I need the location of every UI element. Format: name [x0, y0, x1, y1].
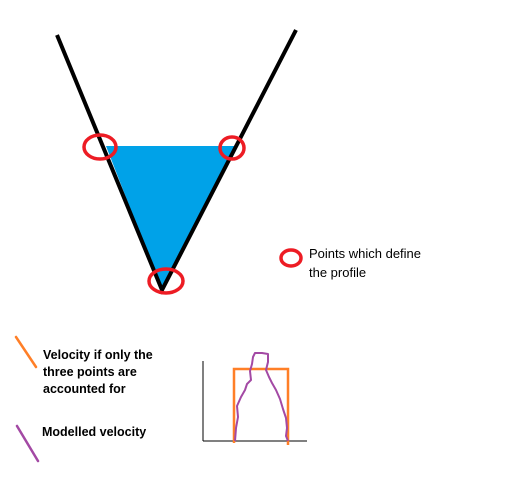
legend-points-line-1: Points which define: [309, 246, 422, 261]
legend-point-marker-icon: [279, 248, 303, 268]
three-point-velocity-profile: [232, 367, 290, 445]
legend-velocity-line-3: accounted for: [43, 382, 126, 396]
legend-points-line-2: the profile: [309, 265, 367, 280]
legend-velocity-line-2: three points are: [43, 365, 137, 379]
legend-orange-stroke-icon: [14, 335, 38, 369]
legend-modelled-velocity-label: Modelled velocity: [42, 425, 147, 439]
legend-velocity-line-1: Velocity if only the: [43, 348, 153, 362]
diagram-canvas: [14, 29, 307, 463]
legend-points-label: Points which define the profile: [309, 244, 421, 282]
modelled-velocity-profile: [234, 352, 289, 442]
legend-three-point-velocity-label: Velocity if only the three points are ac…: [43, 347, 153, 398]
legend-purple-stroke-icon: [15, 424, 40, 463]
